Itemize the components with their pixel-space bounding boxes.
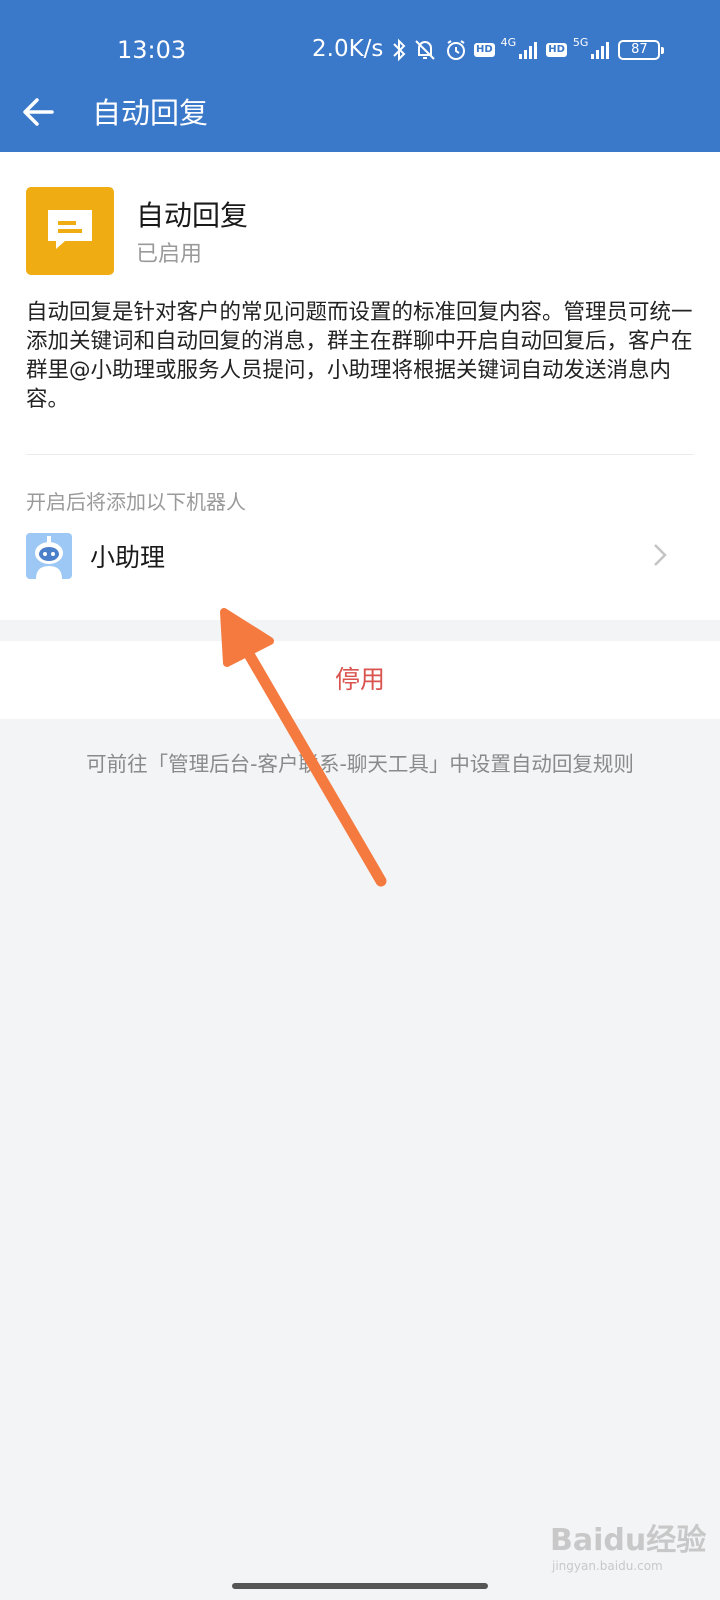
app-bar: 13:03 2.0K/s HD 4G HD 5G 87 自动回复 [0,0,720,152]
feature-description: 自动回复是针对客户的常见问题而设置的标准回复内容。管理员可统一添加关键词和自动回… [26,300,693,412]
mute-bell-icon [415,40,435,60]
chevron-right-icon [654,544,667,566]
back-button[interactable] [20,92,60,132]
divider [26,454,694,455]
home-indicator[interactable] [232,1583,488,1589]
alarm-icon [447,40,465,60]
status-bar: 13:03 2.0K/s HD 4G HD 5G 87 [0,28,720,72]
signal-icon [519,42,538,59]
network-type-4g: 4G [500,35,517,49]
network-speed: 2.0K/s [312,36,384,62]
bluetooth-icon [393,38,406,62]
status-time: 13:03 [117,36,187,64]
status-icons: HD 4G HD 5G 87 [392,34,665,66]
arrow-left-icon [23,98,54,126]
robot-name: 小助理 [90,543,166,572]
signal-icon-2 [591,42,610,59]
page-title: 自动回复 [92,96,209,130]
robot-icon [35,536,63,579]
hd-badge-2: HD [546,43,567,57]
watermark-brand: Baidu经验 [550,1523,707,1558]
robot-item-assistant[interactable]: 小助理 [0,522,720,604]
feature-status: 已启用 [136,242,203,267]
watermark: Baidu经验 jingyan.baidu.com [550,1515,706,1573]
feature-icon [26,187,114,275]
robot-avatar [26,533,72,579]
hd-badge: HD [474,43,495,57]
battery-icon: 87 [618,40,665,60]
settings-hint: 可前往「管理后台-客户联系-聊天工具」中设置自动回复规则 [86,752,634,776]
robots-section-label: 开启后将添加以下机器人 [26,490,246,514]
feature-name: 自动回复 [136,199,249,232]
message-icon [48,210,92,249]
feature-card: 自动回复 已启用 自动回复是针对客户的常见问题而设置的标准回复内容。管理员可统一… [0,152,720,620]
watermark-url: jingyan.baidu.com [552,1559,663,1573]
network-type-5g: 5G [572,35,589,49]
stop-button[interactable]: 停用 [0,641,720,719]
